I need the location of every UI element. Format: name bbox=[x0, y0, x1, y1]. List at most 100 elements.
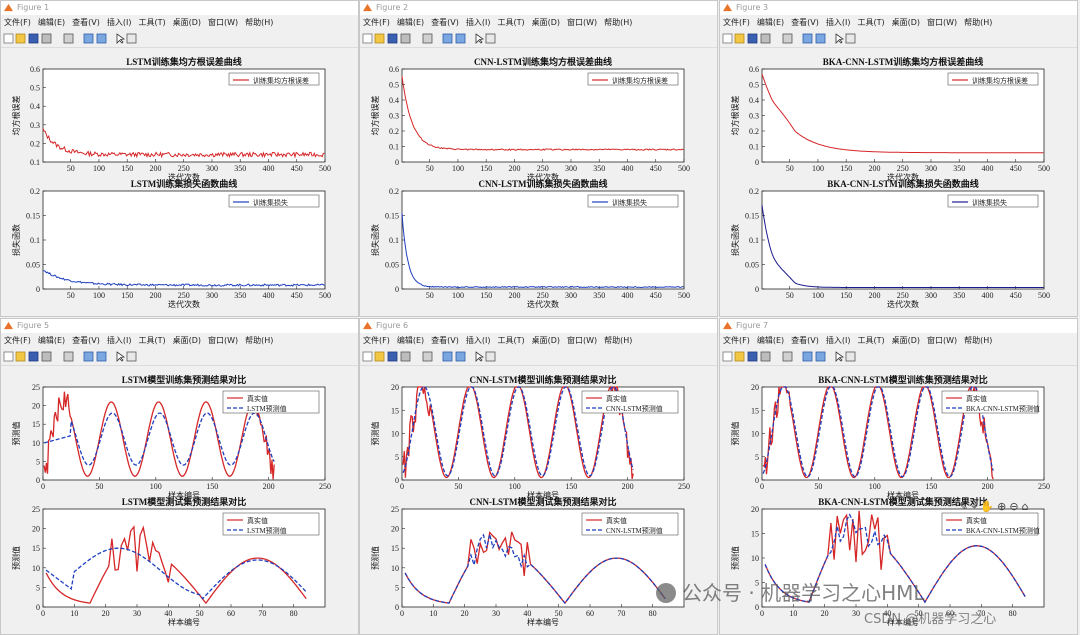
menu-item[interactable]: 窗口(W) bbox=[927, 334, 957, 348]
pan-icon[interactable]: ✋ bbox=[980, 500, 994, 513]
save-icon[interactable] bbox=[28, 351, 39, 362]
menu-item[interactable]: 帮助(H) bbox=[604, 16, 632, 30]
home-icon[interactable]: ⌂ bbox=[1022, 500, 1029, 513]
print-icon[interactable] bbox=[400, 351, 411, 362]
menu-item[interactable]: 桌面(D) bbox=[532, 334, 560, 348]
toggle-plot-icon[interactable] bbox=[802, 33, 813, 44]
menu-item[interactable]: 桌面(D) bbox=[173, 16, 201, 30]
open-folder-icon[interactable] bbox=[374, 351, 385, 362]
figure-window[interactable]: Figure 3 文件(F) 编辑(E) 查看(V) 插入(I) 工具(T) 桌面(D) 窗口… bbox=[719, 0, 1078, 317]
new-file-icon[interactable] bbox=[722, 33, 733, 44]
figure-canvas[interactable]: BKA-CNN-LSTM训练集均方根误差曲线 50 100 150 200 250 300 3… bbox=[720, 49, 1077, 316]
data-cursor-icon[interactable] bbox=[815, 33, 826, 44]
title-bar[interactable]: Figure 2 bbox=[360, 1, 717, 15]
print-icon[interactable] bbox=[41, 33, 52, 44]
print-icon[interactable] bbox=[400, 33, 411, 44]
toggle-plot-icon[interactable] bbox=[83, 33, 94, 44]
menu-item[interactable]: 窗口(W) bbox=[208, 16, 238, 30]
menu-item[interactable]: 查看(V) bbox=[791, 334, 819, 348]
data-cursor-icon[interactable] bbox=[455, 351, 466, 362]
menu-item[interactable]: 编辑(E) bbox=[397, 334, 424, 348]
open-folder-icon[interactable] bbox=[374, 33, 385, 44]
property-editor-icon[interactable] bbox=[485, 33, 496, 44]
figure-canvas[interactable]: CNN-LSTM训练集均方根误差曲线 50 100 150 200 250 300 350 40… bbox=[360, 49, 717, 316]
toggle-plot-icon[interactable] bbox=[442, 33, 453, 44]
menu-item[interactable]: 工具(T) bbox=[138, 16, 165, 30]
menu-item[interactable]: 查看(V) bbox=[431, 334, 459, 348]
title-bar[interactable]: Figure 7 bbox=[720, 319, 1077, 333]
menu-item[interactable]: 插入(I) bbox=[107, 334, 132, 348]
menu-item[interactable]: 编辑(E) bbox=[757, 334, 784, 348]
open-folder-icon[interactable] bbox=[734, 33, 745, 44]
save-icon[interactable] bbox=[387, 351, 398, 362]
menu-item[interactable]: 查看(V) bbox=[791, 16, 819, 30]
menu-item[interactable]: 桌面(D) bbox=[892, 16, 920, 30]
menu-item[interactable]: 文件(F) bbox=[723, 16, 750, 30]
menu-item[interactable]: 插入(I) bbox=[826, 16, 851, 30]
save-icon[interactable] bbox=[28, 33, 39, 44]
property-editor-icon[interactable] bbox=[845, 33, 856, 44]
menu-item[interactable]: 编辑(E) bbox=[397, 16, 424, 30]
pointer-icon[interactable] bbox=[115, 351, 126, 362]
open-folder-icon[interactable] bbox=[15, 351, 26, 362]
save-icon[interactable] bbox=[747, 351, 758, 362]
zoom-icon[interactable] bbox=[782, 33, 793, 44]
brush-icon[interactable]: ✎ bbox=[959, 500, 968, 513]
zoom-icon[interactable] bbox=[63, 351, 74, 362]
menu-item[interactable]: 文件(F) bbox=[723, 334, 750, 348]
new-file-icon[interactable] bbox=[3, 33, 14, 44]
menu-item[interactable]: 编辑(E) bbox=[757, 16, 784, 30]
menu-item[interactable]: 文件(F) bbox=[363, 334, 390, 348]
figure-window[interactable]: Figure 1 文件(F) 编辑(E) 查看(V) 插入(I) 工具(T) 桌面(D) 窗口… bbox=[0, 0, 359, 317]
save-icon[interactable] bbox=[747, 33, 758, 44]
zoom-icon[interactable] bbox=[422, 33, 433, 44]
save-icon[interactable] bbox=[387, 33, 398, 44]
menu-item[interactable]: 帮助(H) bbox=[245, 334, 273, 348]
toggle-plot-icon[interactable] bbox=[442, 351, 453, 362]
zoom-in-icon[interactable]: ⊕ bbox=[997, 500, 1006, 513]
new-file-icon[interactable] bbox=[362, 351, 373, 362]
menu-item[interactable]: 窗口(W) bbox=[567, 16, 597, 30]
title-bar[interactable]: Figure 3 bbox=[720, 1, 1077, 15]
menu-item[interactable]: 工具(T) bbox=[497, 16, 524, 30]
menu-item[interactable]: 查看(V) bbox=[72, 16, 100, 30]
menu-item[interactable]: 插入(I) bbox=[826, 334, 851, 348]
menu-item[interactable]: 窗口(W) bbox=[927, 16, 957, 30]
toggle-plot-icon[interactable] bbox=[83, 351, 94, 362]
menu-item[interactable]: 帮助(H) bbox=[964, 334, 992, 348]
menu-item[interactable]: 编辑(E) bbox=[38, 334, 65, 348]
title-bar[interactable]: Figure 5 bbox=[1, 319, 358, 333]
menu-item[interactable]: 工具(T) bbox=[497, 334, 524, 348]
menu-item[interactable]: 帮助(H) bbox=[604, 334, 632, 348]
menu-item[interactable]: 工具(T) bbox=[857, 334, 884, 348]
menu-item[interactable]: 插入(I) bbox=[466, 16, 491, 30]
datatip-icon[interactable]: ⌖ bbox=[971, 500, 977, 513]
property-editor-icon[interactable] bbox=[126, 33, 137, 44]
menu-item[interactable]: 窗口(W) bbox=[567, 334, 597, 348]
menu-item[interactable]: 插入(I) bbox=[107, 16, 132, 30]
new-file-icon[interactable] bbox=[362, 33, 373, 44]
data-cursor-icon[interactable] bbox=[815, 351, 826, 362]
figure-window[interactable]: Figure 2 文件(F) 编辑(E) 查看(V) 插入(I) 工具(T) 桌面(D) 窗口… bbox=[359, 0, 718, 317]
property-editor-icon[interactable] bbox=[126, 351, 137, 362]
menu-item[interactable]: 查看(V) bbox=[72, 334, 100, 348]
figure-canvas[interactable]: LSTM模型训练集预测结果对比 0 50 100 150 200 250 0 5 10 15 20 25… bbox=[1, 367, 358, 634]
property-editor-icon[interactable] bbox=[845, 351, 856, 362]
zoom-icon[interactable] bbox=[63, 33, 74, 44]
title-bar[interactable]: Figure 6 bbox=[360, 319, 717, 333]
menu-item[interactable]: 桌面(D) bbox=[173, 334, 201, 348]
toggle-plot-icon[interactable] bbox=[802, 351, 813, 362]
print-icon[interactable] bbox=[760, 33, 771, 44]
open-folder-icon[interactable] bbox=[15, 33, 26, 44]
menu-item[interactable]: 插入(I) bbox=[466, 334, 491, 348]
print-icon[interactable] bbox=[41, 351, 52, 362]
property-editor-icon[interactable] bbox=[485, 351, 496, 362]
menu-item[interactable]: 查看(V) bbox=[431, 16, 459, 30]
zoom-icon[interactable] bbox=[422, 351, 433, 362]
menu-item[interactable]: 桌面(D) bbox=[892, 334, 920, 348]
zoom-icon[interactable] bbox=[782, 351, 793, 362]
menu-item[interactable]: 帮助(H) bbox=[245, 16, 273, 30]
pointer-icon[interactable] bbox=[474, 33, 485, 44]
menu-item[interactable]: 工具(T) bbox=[138, 334, 165, 348]
new-file-icon[interactable] bbox=[722, 351, 733, 362]
